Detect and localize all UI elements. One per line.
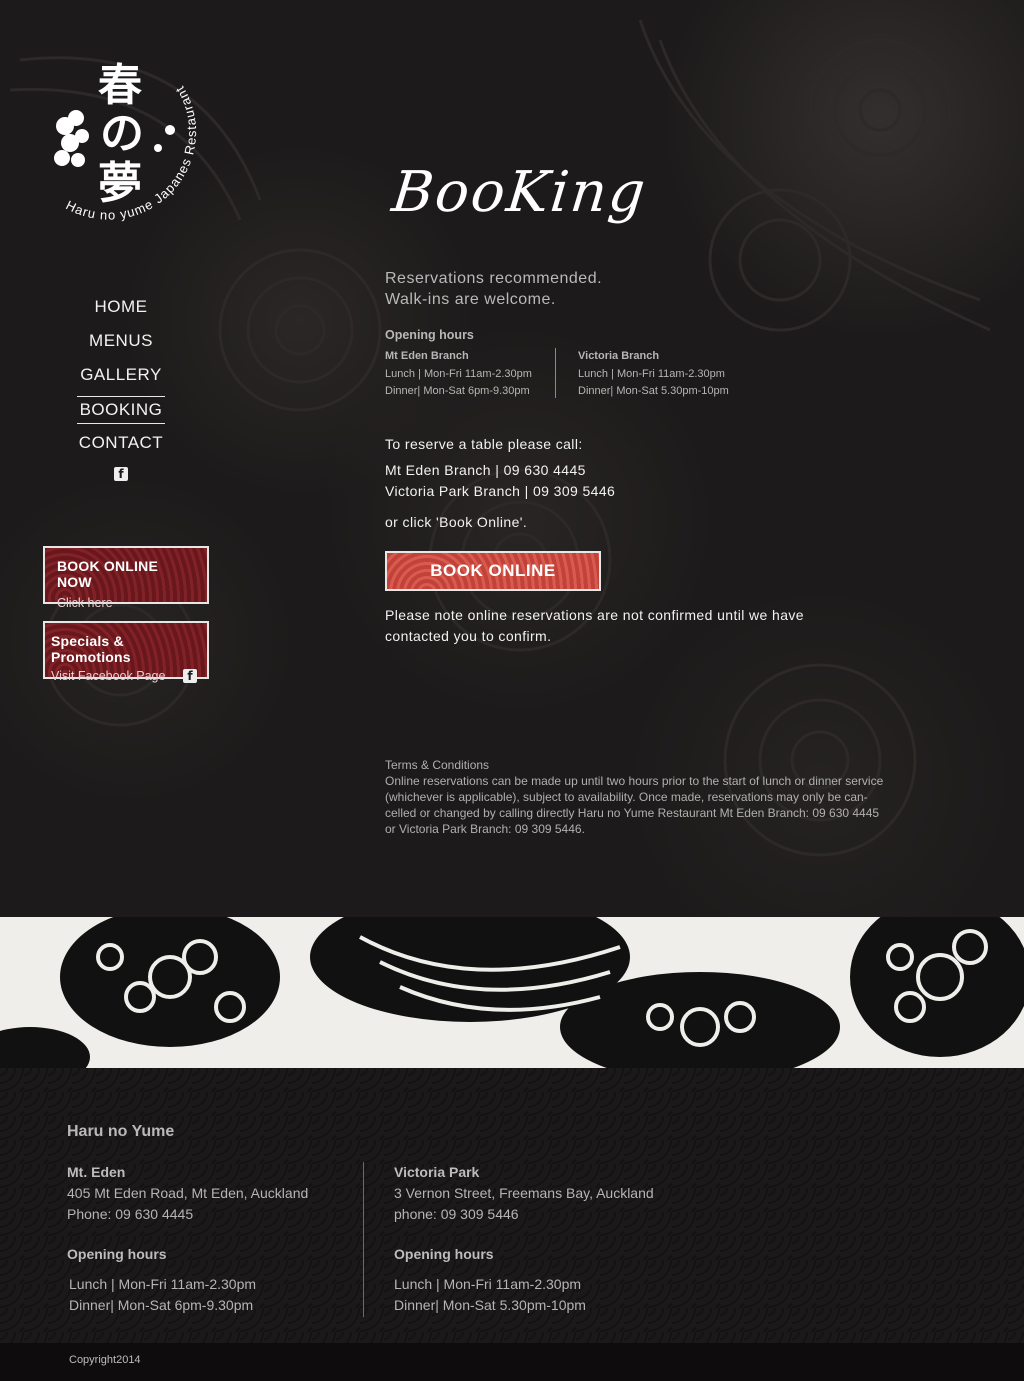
victoria-phone: Victoria Park Branch | 09 309 5446: [385, 483, 616, 499]
confirmation-note: Please note online reservations are not …: [385, 607, 804, 644]
footer-victoria-park: Victoria Park 3 Vernon Street, Freemans …: [394, 1164, 654, 1313]
floral-band-art: [0, 917, 1024, 1068]
hero-background: 春 の 夢 Haru no yume Japanes Restaurant HO…: [0, 0, 1024, 917]
specials-promotions-button[interactable]: Specials & Promotions Visit Facebook Pag…: [43, 621, 209, 683]
floral-band: [0, 917, 1024, 1068]
book-online-now-sub: Click here: [57, 596, 113, 610]
copyright-bar: Copyright2014: [0, 1343, 1024, 1381]
book-online-now-title: BOOK ONLINE NOW: [57, 558, 158, 590]
facebook-icon[interactable]: f: [114, 467, 128, 481]
site-footer: Haru no Yume Mt. Eden 405 Mt Eden Road, …: [0, 1068, 1024, 1343]
victoria-address: 3 Vernon Street, Freemans Bay, Auckland: [394, 1185, 654, 1201]
specials-sub: Visit Facebook Page: [51, 669, 166, 683]
page-title: BooKing: [388, 160, 650, 225]
footer-brand: Haru no Yume: [67, 1123, 175, 1140]
svg-text:の: の: [100, 108, 144, 159]
intro-text: Reservations recommended. Walk-ins are w…: [385, 270, 603, 308]
book-online-now-button[interactable]: BOOK ONLINE NOW Click here: [43, 546, 209, 610]
facebook-icon: f: [183, 669, 197, 683]
svg-text:夢: 夢: [98, 158, 142, 209]
terms-conditions: Terms & Conditions Online reservations c…: [385, 757, 890, 837]
nav-contact[interactable]: CONTACT: [40, 428, 202, 462]
booking-content: BooKing Reservations recommended. Walk-i…: [385, 160, 905, 647]
nav-menus[interactable]: MENUS: [40, 326, 202, 360]
opening-hours-title: Opening hours: [385, 328, 474, 342]
nav-booking[interactable]: BOOKING: [77, 396, 165, 424]
mt-eden-hours: Mt Eden Branch Lunch | Mon-Fri 11am-2.30…: [385, 348, 556, 398]
terms-title: Terms & Conditions: [385, 758, 490, 772]
reserve-info: To reserve a table please call: Mt Eden …: [385, 434, 905, 533]
opening-hours-table: Mt Eden Branch Lunch | Mon-Fri 11am-2.30…: [385, 348, 905, 400]
terms-body: Online reservations can be made up until…: [385, 774, 884, 836]
book-online-button[interactable]: BOOK ONLINE: [385, 551, 601, 591]
nav-home[interactable]: HOME: [40, 292, 202, 326]
main-nav: HOME MENUS GALLERY BOOKING CONTACT f: [40, 292, 202, 492]
mt-eden-footer-phone: Phone: 09 630 4445: [67, 1206, 194, 1222]
victoria-footer-phone: phone: 09 309 5446: [394, 1206, 519, 1222]
mt-eden-address: 405 Mt Eden Road, Mt Eden, Auckland: [67, 1185, 309, 1201]
specials-title: Specials & Promotions: [51, 633, 131, 665]
nav-gallery[interactable]: GALLERY: [40, 360, 202, 394]
restaurant-logo[interactable]: 春 の 夢 Haru no yume Japanes Restaurant: [40, 48, 215, 238]
footer-mt-eden: Mt. Eden 405 Mt Eden Road, Mt Eden, Auck…: [67, 1162, 364, 1317]
mt-eden-phone: Mt Eden Branch | 09 630 4445: [385, 462, 586, 478]
victoria-hours: Victoria Branch Lunch | Mon-Fri 11am-2.3…: [578, 350, 729, 397]
svg-text:春: 春: [98, 60, 142, 111]
copyright-text: Copyright2014: [69, 1354, 141, 1366]
